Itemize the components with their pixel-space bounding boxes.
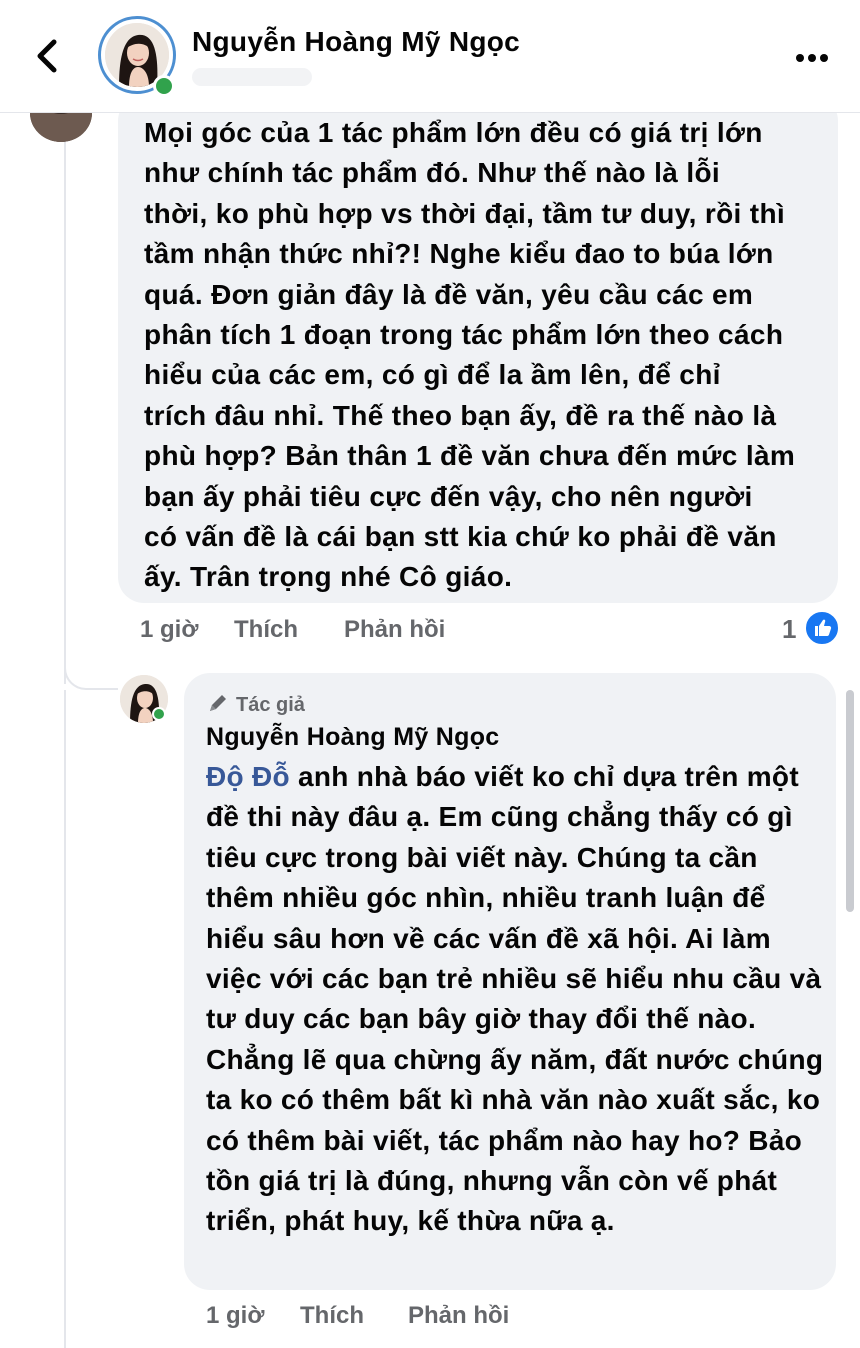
more-horizontal-icon[interactable] xyxy=(792,42,832,72)
avatar[interactable] xyxy=(98,16,176,97)
pen-icon xyxy=(210,695,226,711)
reaction-count[interactable]: 1 xyxy=(782,614,796,645)
comment-time: 1 giờ xyxy=(140,616,199,643)
reply-button[interactable]: Phản hồi xyxy=(408,1302,509,1330)
comment-text: Mọi góc của 1 tác phẩm lớn đều có giá tr… xyxy=(144,117,796,593)
online-status-icon xyxy=(152,707,166,721)
avatar[interactable] xyxy=(120,675,168,723)
header-subtitle xyxy=(192,68,312,86)
comment-bubble: Tác giả Nguyễn Hoàng Mỹ Ngọc Độ Đỗ anh n… xyxy=(184,673,836,1290)
chevron-left-icon[interactable] xyxy=(28,34,68,78)
thumbs-up-icon xyxy=(804,610,840,646)
comment-time: 1 giờ xyxy=(206,1302,265,1329)
scrollbar[interactable] xyxy=(846,690,854,912)
author-badge: Tác giả xyxy=(206,691,305,717)
like-button[interactable]: Thích xyxy=(234,616,298,644)
comment-bubble: Mọi góc của 1 tác phẩm lớn đều có giá tr… xyxy=(118,95,838,603)
thread-line xyxy=(64,690,66,1348)
thread-connector xyxy=(64,640,118,690)
like-button[interactable]: Thích xyxy=(300,1302,364,1330)
comment-body: anh nhà báo viết ko chỉ dựa trên một đề … xyxy=(206,761,824,1237)
thread-line xyxy=(64,112,66,684)
mention-link[interactable]: Độ Đỗ xyxy=(206,761,290,792)
reply-button[interactable]: Phản hồi xyxy=(344,616,445,644)
chat-header: Nguyễn Hoàng Mỹ Ngọc xyxy=(0,0,860,113)
comment-text: Độ Đỗ anh nhà báo viết ko chỉ dựa trên m… xyxy=(206,757,826,1242)
online-status-icon xyxy=(153,75,175,97)
page-title[interactable]: Nguyễn Hoàng Mỹ Ngọc xyxy=(192,26,520,58)
author-badge-label: Tác giả xyxy=(236,694,305,716)
comment-author-name[interactable]: Nguyễn Hoàng Mỹ Ngọc xyxy=(206,723,500,752)
